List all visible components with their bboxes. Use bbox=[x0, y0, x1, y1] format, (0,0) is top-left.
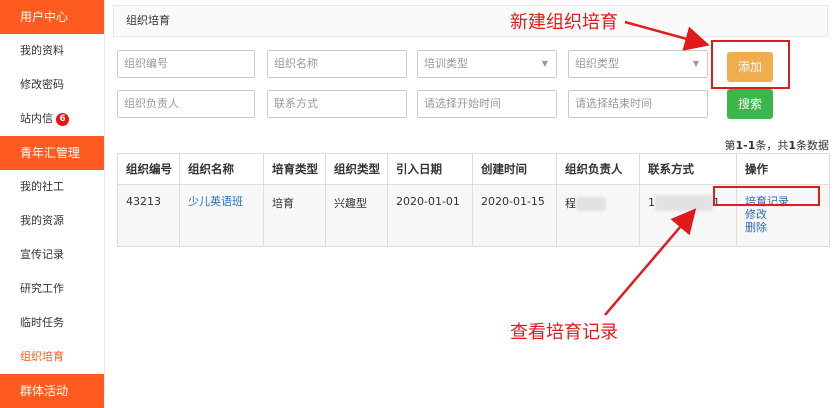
annotation-arrows bbox=[604, 20, 710, 316]
sidebar: 用户中心 我的资料 修改密码 站内信 6 青年汇管理 我的社工 我的资源 宣传记录… bbox=[0, 0, 105, 408]
sidebar-item-change-password[interactable]: 修改密码 bbox=[0, 68, 104, 102]
sidebar-group-youth-management[interactable]: 青年汇管理 bbox=[0, 136, 104, 170]
sidebar-item-label: 站内信 bbox=[20, 112, 53, 125]
arrow-to-record bbox=[604, 208, 697, 316]
sidebar-item-my-profile[interactable]: 我的资料 bbox=[0, 34, 104, 68]
sidebar-item-temporary-tasks[interactable]: 临时任务 bbox=[0, 306, 104, 340]
sidebar-item-inbox[interactable]: 站内信 6 bbox=[0, 102, 104, 136]
sidebar-item-research-work[interactable]: 研究工作 bbox=[0, 272, 104, 306]
unread-badge: 6 bbox=[56, 112, 69, 126]
sidebar-item-my-resources[interactable]: 我的资源 bbox=[0, 204, 104, 238]
arrow-to-add bbox=[624, 20, 710, 51]
sidebar-item-publicity-records[interactable]: 宣传记录 bbox=[0, 238, 104, 272]
main-content: 组织培育 组织编号 组织名称 培训类型 ▼ 组织类型 ▼ 添加 组织负责人 联系方式… bbox=[105, 0, 835, 397]
sidebar-item-org-cultivation[interactable]: 组织培育 bbox=[0, 340, 104, 374]
sidebar-item-my-social-workers[interactable]: 我的社工 bbox=[0, 170, 104, 204]
sidebar-group-group-activities[interactable]: 群体活动 bbox=[0, 374, 104, 408]
sidebar-group-user-center[interactable]: 用户中心 bbox=[0, 0, 104, 34]
